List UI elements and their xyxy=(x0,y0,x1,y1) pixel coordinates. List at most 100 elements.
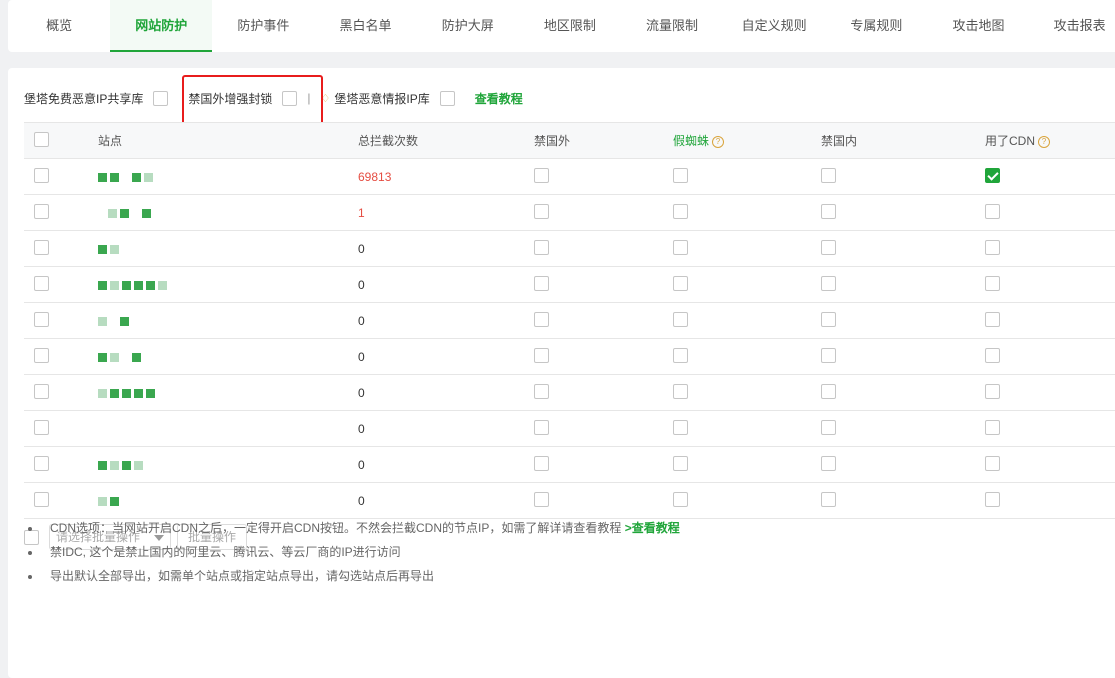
cdn-checkbox[interactable] xyxy=(985,383,1000,399)
block-domestic-checkbox[interactable] xyxy=(821,383,836,399)
block-domestic-checkbox[interactable] xyxy=(821,491,836,507)
total-blocks-value: 69813 xyxy=(358,158,534,195)
block-foreign-checkbox[interactable] xyxy=(534,311,549,327)
tab-attack-report[interactable]: 攻击报表 xyxy=(1030,0,1115,52)
tab-attack-map[interactable]: 攻击地图 xyxy=(927,0,1029,52)
block-domestic-checkbox[interactable] xyxy=(821,311,836,327)
cdn-checkbox[interactable] xyxy=(985,275,1000,291)
tutorial-link[interactable]: 查看教程 xyxy=(475,90,523,107)
col-site: 站点 xyxy=(98,122,358,159)
site-name-redacted[interactable] xyxy=(98,350,144,364)
cdn-checkbox[interactable] xyxy=(985,203,1000,219)
block-foreign-checkbox[interactable] xyxy=(534,203,549,219)
cdn-checkbox[interactable] xyxy=(985,455,1000,471)
help-icon[interactable]: ? xyxy=(1038,135,1050,148)
block-foreign-checkbox[interactable] xyxy=(534,275,549,291)
cdn-checkbox[interactable] xyxy=(985,491,1000,507)
help-icon[interactable]: ? xyxy=(712,135,725,148)
fake-spider-checkbox[interactable] xyxy=(673,383,688,399)
table-row: 0 xyxy=(24,374,1115,411)
note-item: CDN选项：当网站开启CDN之后，一定得开启CDN按钮。不然会拦截CDN的节点I… xyxy=(42,516,680,540)
block-foreign-checkbox[interactable] xyxy=(534,347,549,363)
site-name-redacted[interactable] xyxy=(98,386,158,400)
site-name-redacted[interactable] xyxy=(98,206,154,220)
table-row: 0 xyxy=(24,302,1115,339)
fake-spider-checkbox[interactable] xyxy=(673,167,688,183)
fake-spider-checkbox[interactable] xyxy=(673,419,688,435)
fake-spider-checkbox[interactable] xyxy=(673,455,688,471)
tab-custom-rules[interactable]: 自定义规则 xyxy=(723,0,825,52)
row-checkbox[interactable] xyxy=(34,419,49,435)
row-checkbox[interactable] xyxy=(34,311,49,327)
free-ip-lib-checkbox[interactable] xyxy=(153,90,169,106)
fake-spider-checkbox[interactable] xyxy=(673,311,688,327)
row-checkbox[interactable] xyxy=(34,167,49,183)
site-name-redacted[interactable] xyxy=(98,458,146,472)
fake-spider-checkbox[interactable] xyxy=(673,203,688,219)
site-name-redacted[interactable] xyxy=(98,242,132,256)
fake-spider-checkbox[interactable] xyxy=(673,491,688,507)
note-item: 禁IDC, 这个是禁止国内的阿里云、腾讯云、等云厂商的IP进行访问 xyxy=(42,540,680,564)
col-block-foreign: 禁国外 xyxy=(534,122,673,159)
cdn-checkbox[interactable] xyxy=(985,311,1000,327)
site-name-redacted[interactable] xyxy=(98,494,122,508)
block-domestic-checkbox[interactable] xyxy=(821,275,836,291)
tab-protection-screen[interactable]: 防护大屏 xyxy=(417,0,519,52)
row-checkbox[interactable] xyxy=(34,455,49,471)
tab-traffic-limit[interactable]: 流量限制 xyxy=(621,0,723,52)
site-table: 站点 总拦截次数 禁国外 假蜘蛛? 禁国内 用了CDN? 69813 1 0 0 0 0 0… xyxy=(24,122,1115,519)
block-foreign-checkbox[interactable] xyxy=(534,239,549,255)
row-checkbox[interactable] xyxy=(34,383,49,399)
row-checkbox[interactable] xyxy=(34,203,49,219)
block-domestic-checkbox[interactable] xyxy=(821,419,836,435)
total-blocks-value: 0 xyxy=(358,338,534,375)
row-checkbox[interactable] xyxy=(34,275,49,291)
cdn-checkbox[interactable] xyxy=(985,239,1000,255)
tab-black-white-list[interactable]: 黑白名单 xyxy=(314,0,416,52)
fake-spider-checkbox[interactable] xyxy=(673,239,688,255)
block-foreign-checkbox[interactable] xyxy=(534,167,549,183)
block-domestic-checkbox[interactable] xyxy=(821,455,836,471)
table-row: 0 xyxy=(24,482,1115,519)
fake-spider-checkbox[interactable] xyxy=(673,347,688,363)
tab-site-protection[interactable]: 网站防护 xyxy=(110,0,213,52)
block-foreign-checkbox[interactable] xyxy=(534,383,549,399)
cdn-checkbox[interactable] xyxy=(985,419,1000,435)
site-name-redacted[interactable] xyxy=(98,170,156,184)
note-tutorial-link[interactable]: >查看教程 xyxy=(625,521,680,535)
block-foreign-checkbox[interactable] xyxy=(534,455,549,471)
total-blocks-value: 0 xyxy=(358,374,534,411)
site-name-redacted[interactable] xyxy=(98,278,170,292)
table-row: 1 xyxy=(24,194,1115,231)
row-checkbox[interactable] xyxy=(34,347,49,363)
block-domestic-checkbox[interactable] xyxy=(821,347,836,363)
row-checkbox[interactable] xyxy=(34,491,49,507)
row-checkbox[interactable] xyxy=(34,239,49,255)
total-blocks-value: 0 xyxy=(358,446,534,483)
select-all-checkbox[interactable] xyxy=(34,131,49,147)
total-blocks-value: 0 xyxy=(358,302,534,339)
block-foreign-checkbox[interactable] xyxy=(534,491,549,507)
note-item: 导出默认全部导出，如需单个站点或指定站点导出，请勾选站点后再导出 xyxy=(42,564,680,588)
table-row: 0 xyxy=(24,338,1115,375)
table-row: 0 xyxy=(24,446,1115,483)
block-domestic-checkbox[interactable] xyxy=(821,239,836,255)
cdn-checkbox[interactable] xyxy=(985,167,1000,183)
col-total-blocks: 总拦截次数 xyxy=(358,122,534,159)
block-domestic-checkbox[interactable] xyxy=(821,167,836,183)
tab-overview[interactable]: 概览 xyxy=(8,0,110,52)
total-blocks-value: 0 xyxy=(358,410,534,447)
tab-protection-events[interactable]: 防护事件 xyxy=(212,0,314,52)
tab-region-limit[interactable]: 地区限制 xyxy=(519,0,621,52)
block-foreign-checkbox[interactable] xyxy=(534,419,549,435)
block-domestic-checkbox[interactable] xyxy=(821,203,836,219)
cdn-checkbox[interactable] xyxy=(985,347,1000,363)
site-name-redacted[interactable] xyxy=(98,314,132,328)
table-header: 站点 总拦截次数 禁国外 假蜘蛛? 禁国内 用了CDN? xyxy=(24,122,1115,159)
col-fake-spider: 假蜘蛛? xyxy=(673,122,821,159)
intel-lib-checkbox[interactable] xyxy=(439,90,455,106)
tab-exclusive-rules[interactable]: 专属规则 xyxy=(825,0,927,52)
col-block-domestic: 禁国内 xyxy=(821,122,985,159)
fake-spider-checkbox[interactable] xyxy=(673,275,688,291)
table-row: 0 xyxy=(24,410,1115,447)
